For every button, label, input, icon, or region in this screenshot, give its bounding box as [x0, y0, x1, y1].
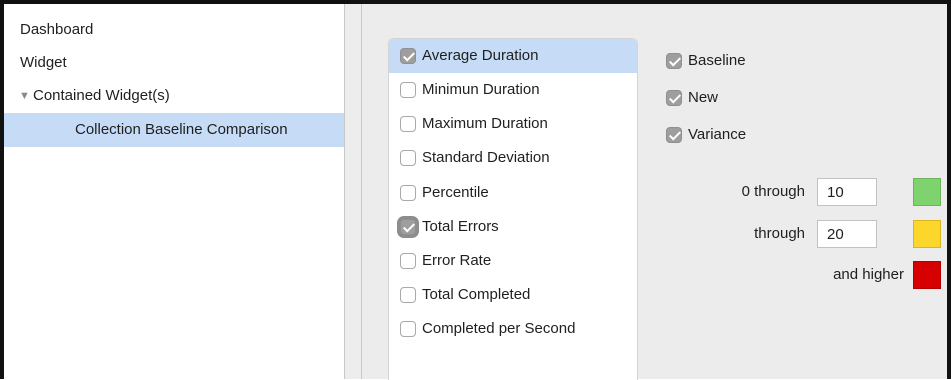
option-label: Variance	[688, 126, 747, 143]
checkbox-new[interactable]	[666, 90, 682, 106]
threshold-low-label: 0 through	[741, 183, 805, 200]
tree-item-collection-baseline-comparison[interactable]: Collection Baseline Comparison	[4, 113, 344, 147]
threshold-low-color-swatch[interactable]	[913, 178, 941, 206]
threshold-high-color-swatch[interactable]	[913, 261, 941, 289]
metric-label: Completed per Second	[422, 320, 576, 337]
tree-item-label: Collection Baseline Comparison	[75, 121, 288, 138]
metric-item-maximum-duration[interactable]: Maximum Duration	[389, 107, 637, 141]
metric-label: Standard Deviation	[422, 149, 550, 166]
metric-item-total-errors[interactable]: Total Errors	[389, 210, 637, 244]
disclosure-triangle-icon[interactable]: ▼	[19, 79, 33, 113]
checkbox-baseline[interactable]	[666, 53, 682, 69]
tree-item-label: Contained Widget(s)	[33, 87, 170, 104]
option-label: Baseline	[688, 52, 746, 69]
checkbox-percentile[interactable]	[400, 185, 416, 201]
checkbox-maximum-duration[interactable]	[400, 116, 416, 132]
threshold-low-input[interactable]	[817, 178, 877, 206]
threshold-mid-label: through	[754, 225, 805, 242]
metric-item-average-duration[interactable]: Average Duration	[389, 39, 637, 73]
checkbox-standard-deviation[interactable]	[400, 150, 416, 166]
metric-item-standard-deviation[interactable]: Standard Deviation	[389, 141, 637, 175]
option-label: New	[688, 89, 719, 106]
metric-label: Percentile	[422, 184, 489, 201]
metric-label: Total Completed	[422, 286, 531, 303]
metric-label: Maximum Duration	[422, 115, 548, 132]
tree-item-widget[interactable]: Widget	[4, 46, 344, 80]
split-view-handle[interactable]	[345, 4, 361, 379]
tree-item-contained-widgets[interactable]: ▼ Contained Widget(s)	[4, 79, 344, 113]
metric-label: Minimun Duration	[422, 81, 540, 98]
metric-label: Total Errors	[422, 218, 499, 235]
metric-label: Error Rate	[422, 252, 492, 269]
metric-item-error-rate[interactable]: Error Rate	[389, 244, 637, 278]
checkbox-variance[interactable]	[666, 127, 682, 143]
checkbox-average-duration[interactable]	[400, 48, 416, 64]
checkbox-total-errors[interactable]	[400, 219, 416, 235]
metric-item-percentile[interactable]: Percentile	[389, 176, 637, 210]
checkbox-error-rate[interactable]	[400, 253, 416, 269]
window-border-right	[947, 0, 951, 379]
threshold-mid-input[interactable]	[817, 220, 877, 248]
settings-panel: Average Duration Minimun Duration Maximu…	[362, 4, 947, 380]
checkbox-completed-per-second[interactable]	[400, 321, 416, 337]
tree-item-dashboard[interactable]: Dashboard	[4, 13, 344, 47]
tree-item-label: Dashboard	[20, 21, 94, 38]
metric-item-total-completed[interactable]: Total Completed	[389, 278, 637, 312]
threshold-high-label: and higher	[833, 266, 904, 283]
metric-list: Average Duration Minimun Duration Maximu…	[388, 38, 638, 380]
threshold-mid-color-swatch[interactable]	[913, 220, 941, 248]
checkbox-total-completed[interactable]	[400, 287, 416, 303]
metric-item-minimun-duration[interactable]: Minimun Duration	[389, 73, 637, 107]
app-window: Dashboard Widget ▼ Contained Widget(s) C…	[0, 0, 951, 380]
tree-item-label: Widget	[20, 54, 67, 71]
metric-label: Average Duration	[422, 47, 539, 64]
sidebar-tree: Dashboard Widget ▼ Contained Widget(s) C…	[4, 4, 344, 379]
metric-item-completed-per-second[interactable]: Completed per Second	[389, 312, 637, 346]
checkbox-minimun-duration[interactable]	[400, 82, 416, 98]
